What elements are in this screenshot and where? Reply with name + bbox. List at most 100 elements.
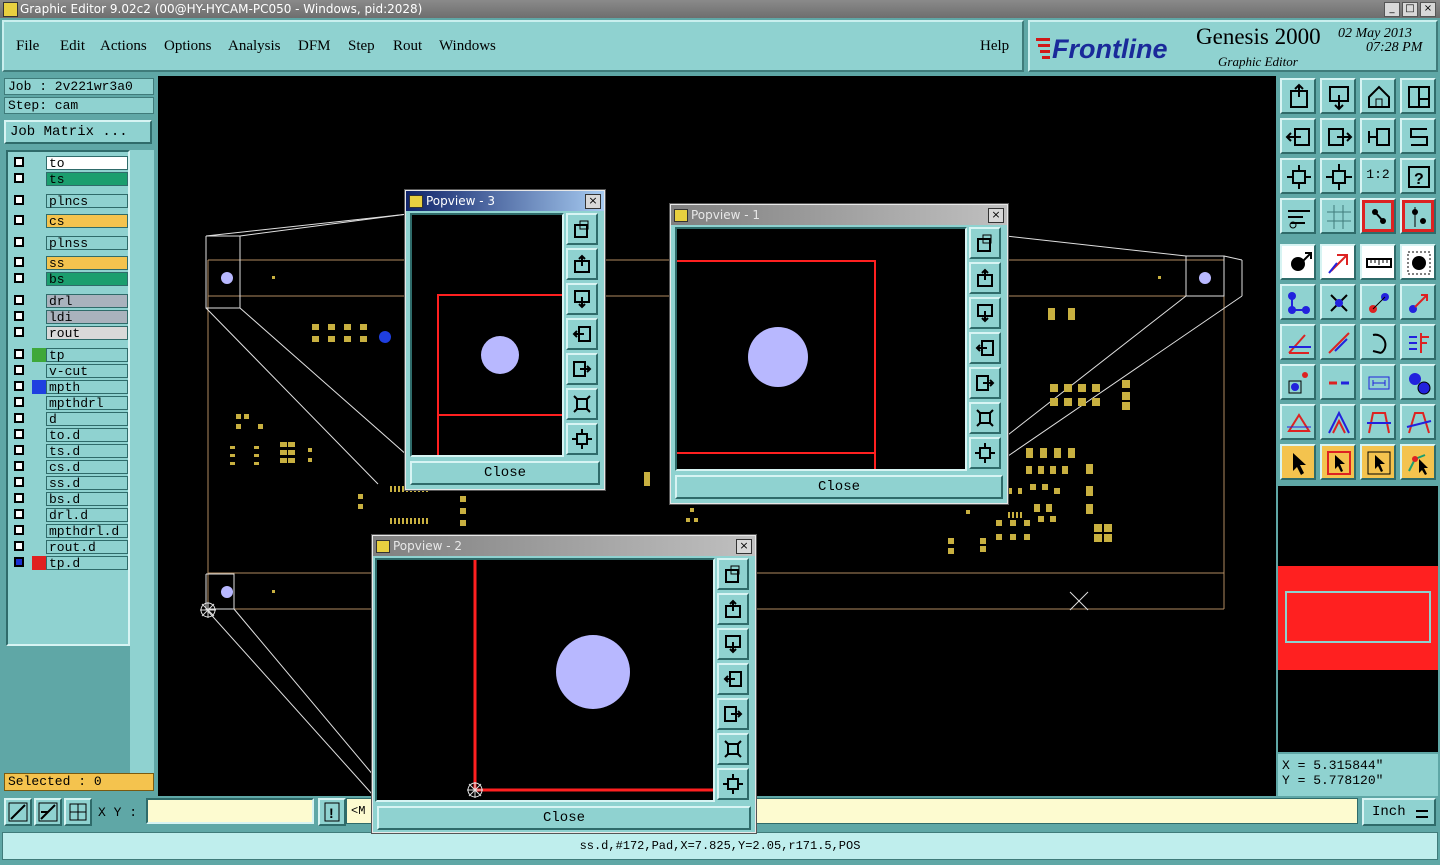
layer-name[interactable]: mpth	[46, 380, 128, 395]
layer-row-mpth[interactable]: mpth	[12, 380, 128, 395]
window-layout-icon[interactable]	[1400, 78, 1436, 114]
layer-name[interactable]: ldi	[46, 310, 128, 325]
layer-row-ldi[interactable]: ldi	[12, 310, 128, 325]
copy-icon[interactable]	[1400, 284, 1436, 320]
menu-analysis[interactable]: Analysis	[228, 38, 281, 55]
layer-name[interactable]: d	[46, 412, 128, 427]
layer-name[interactable]: drl.d	[46, 508, 128, 523]
add-pad-icon[interactable]	[1280, 244, 1316, 280]
popview-1-view[interactable]	[675, 227, 967, 471]
zoom-fit-icon[interactable]	[1280, 158, 1316, 194]
zoom-home-icon[interactable]	[717, 558, 749, 590]
popview-2-titlebar[interactable]: Popview - 2 ×	[373, 536, 755, 556]
pan-up-icon[interactable]	[717, 593, 749, 625]
pointer-box-icon[interactable]	[1320, 444, 1356, 480]
resize-icon[interactable]	[1360, 284, 1396, 320]
minimize-button[interactable]: _	[1384, 2, 1400, 17]
split-icon[interactable]	[1400, 324, 1436, 360]
pan-left-icon[interactable]	[969, 332, 1001, 364]
delete-icon[interactable]	[1320, 284, 1356, 320]
snap-mode-icon[interactable]	[4, 798, 32, 826]
grid-icon[interactable]	[1320, 198, 1356, 234]
popview-2-view[interactable]	[375, 558, 715, 802]
layer-checkbox[interactable]	[14, 173, 24, 183]
tools-icon[interactable]	[1280, 198, 1316, 234]
popview-3-titlebar[interactable]: Popview - 3 ×	[406, 191, 604, 211]
units-dropdown[interactable]: Inch	[1362, 798, 1436, 826]
layer-row-cs[interactable]: cs	[12, 214, 128, 229]
popview-2-close-icon[interactable]: ×	[736, 539, 752, 554]
add-line-icon[interactable]	[1320, 244, 1356, 280]
zoom-home-icon[interactable]	[566, 213, 598, 245]
connect-icon[interactable]	[1400, 198, 1436, 234]
zoom-in-icon[interactable]	[717, 733, 749, 765]
pan-up-icon[interactable]	[969, 262, 1001, 294]
layer-name[interactable]: bs	[46, 272, 128, 287]
layer-name[interactable]: ts	[46, 172, 128, 187]
popview-3-view[interactable]	[410, 213, 564, 457]
layer-row-ts[interactable]: ts	[12, 172, 128, 187]
layer-name[interactable]: rout.d	[46, 540, 128, 555]
zoom-out-icon[interactable]	[566, 423, 598, 455]
job-matrix-button[interactable]: Job Matrix ...	[4, 120, 152, 144]
help-icon[interactable]: ?	[1400, 158, 1436, 194]
zoom-in-icon[interactable]	[1320, 158, 1356, 194]
pan-right-icon[interactable]	[1320, 118, 1356, 154]
pan-right-icon[interactable]	[717, 698, 749, 730]
popview-2[interactable]: Popview - 2 × Close	[372, 535, 756, 833]
layer-checkbox[interactable]	[14, 195, 24, 205]
layer-row-plnss[interactable]: plnss	[12, 236, 128, 251]
ruler-icon[interactable]	[1360, 244, 1396, 280]
layer-checkbox[interactable]	[14, 493, 24, 503]
layer-checkbox[interactable]	[14, 295, 24, 305]
layer-checkbox[interactable]	[14, 397, 24, 407]
layer-checkbox[interactable]	[14, 349, 24, 359]
menu-actions[interactable]: Actions	[100, 38, 147, 55]
snap-icon[interactable]	[1360, 198, 1396, 234]
layer-checkbox[interactable]	[14, 327, 24, 337]
layer-row-rout[interactable]: rout	[12, 326, 128, 341]
line-cut-icon[interactable]	[1320, 324, 1356, 360]
layer-row-drl-d[interactable]: drl.d	[12, 508, 128, 523]
layer-row-to[interactable]: to	[12, 156, 128, 171]
fill-icon[interactable]	[1400, 404, 1436, 440]
grid-mode-icon[interactable]	[64, 798, 92, 826]
layer-name[interactable]: drl	[46, 294, 128, 309]
popview-1-titlebar[interactable]: Popview - 1 ×	[671, 205, 1007, 225]
pan-left-icon[interactable]	[717, 663, 749, 695]
layer-row-mpthdrl[interactable]: mpthdrl	[12, 396, 128, 411]
menu-file[interactable]: File	[16, 38, 39, 55]
layer-checkbox[interactable]	[14, 365, 24, 375]
layer-checkbox[interactable]	[14, 237, 24, 247]
layer-name[interactable]: to.d	[46, 428, 128, 443]
pointer-select-icon[interactable]	[1360, 444, 1396, 480]
zoom-out-icon[interactable]	[969, 437, 1001, 469]
layer-checkbox[interactable]	[14, 461, 24, 471]
zoom-one-to-two-icon[interactable]: 1:2	[1360, 158, 1396, 194]
triangle-icon[interactable]	[1280, 404, 1316, 440]
layer-name[interactable]: to	[46, 156, 128, 171]
pointer-icon[interactable]	[1280, 444, 1316, 480]
pan-left-icon[interactable]	[1280, 118, 1316, 154]
layer-name[interactable]: v-cut	[46, 364, 128, 379]
add-circle-icon[interactable]	[1400, 244, 1436, 280]
layer-checkbox[interactable]	[14, 381, 24, 391]
layer-row-cs-d[interactable]: cs.d	[12, 460, 128, 475]
measure-icon[interactable]	[1360, 364, 1396, 400]
layer-row-rout-d[interactable]: rout.d	[12, 540, 128, 555]
layer-checkbox[interactable]	[14, 257, 24, 267]
layer-row-drl[interactable]: drl	[12, 294, 128, 309]
layer-checkbox[interactable]	[14, 215, 24, 225]
move-pads-icon[interactable]	[1280, 284, 1316, 320]
pad-select-icon[interactable]	[1280, 364, 1316, 400]
layer-name[interactable]: mpthdrl	[46, 396, 128, 411]
layer-row-ss-d[interactable]: ss.d	[12, 476, 128, 491]
maximize-button[interactable]: □	[1402, 2, 1418, 17]
menu-windows[interactable]: Windows	[439, 38, 496, 55]
pan-right-icon[interactable]	[969, 367, 1001, 399]
layer-checkbox[interactable]	[14, 557, 24, 567]
layer-checkbox[interactable]	[14, 273, 24, 283]
layer-checkbox[interactable]	[14, 311, 24, 321]
layer-row-v-cut[interactable]: v-cut	[12, 364, 128, 379]
popview-1[interactable]: Popview - 1 × Close	[670, 204, 1008, 504]
